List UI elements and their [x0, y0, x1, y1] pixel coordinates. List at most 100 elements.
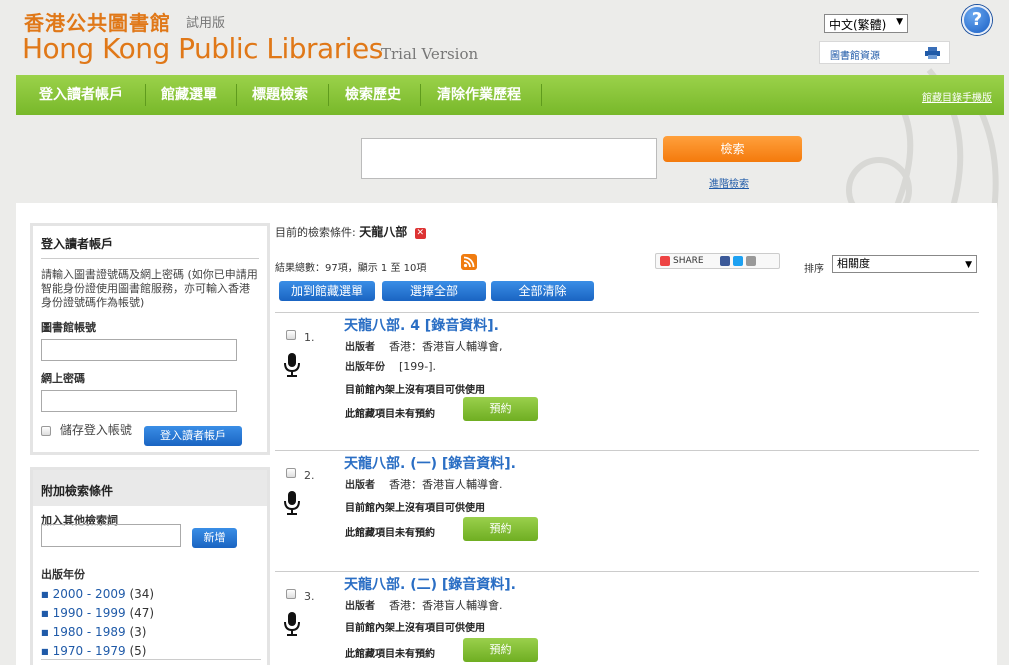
clear-all-button[interactable]: 全部清除 [491, 281, 594, 301]
reserve-note: 此館藏項目未有預約 [345, 409, 435, 420]
share-label: SHARE [673, 256, 704, 266]
year-facet-item[interactable]: ■ 1980 - 1989 (3) [41, 623, 154, 642]
search-button[interactable]: 檢索 [663, 136, 802, 162]
library-resources-button[interactable]: 圖書館資源 [819, 41, 950, 64]
login-description: 請輸入圖書證號碼及網上密碼 (如你已申請用智能身份證使用圖書館服務，亦可輸入香港… [41, 268, 258, 309]
search-input[interactable] [361, 138, 657, 179]
publisher-value: 香港：香港盲人輔導會, [389, 340, 503, 353]
nav-title-search[interactable]: 標題檢索 [252, 75, 308, 115]
refine-search-box: 附加檢索條件 加入其他檢索詞 新增 出版年份 ■ 2000 - 2009 (34)… [30, 467, 270, 665]
year-range[interactable]: 2000 - 2009 [53, 587, 126, 601]
dropdown-arrow-icon: ▼ [896, 17, 903, 27]
nav-divider [328, 84, 329, 106]
help-button[interactable]: ? [962, 5, 992, 35]
audio-recording-icon [284, 353, 300, 377]
result-item: 3. 天龍八部. (二) [錄音資料]. 出版者 香港：香港盲人輔導會. 目前館內… [275, 571, 979, 665]
select-all-button[interactable]: 選擇全部 [382, 281, 486, 301]
login-title: 登入讀者帳戶 [41, 226, 259, 259]
language-value: 中文(繁體) [829, 18, 887, 32]
nav-login[interactable]: 登入讀者帳戶 [39, 75, 123, 115]
nav-clear-session[interactable]: 清除作業歷程 [437, 75, 521, 115]
year-facet-list: ■ 2000 - 2009 (34) ■ 1990 - 1999 (47) ■ 198… [41, 585, 154, 661]
year-range[interactable]: 1990 - 1999 [53, 606, 126, 620]
audio-recording-icon [284, 491, 300, 515]
result-number: 2. [304, 469, 315, 482]
nav-divider [541, 84, 542, 106]
trial-label-zh: 試用版 [186, 16, 226, 31]
nav-history[interactable]: 檢索歷史 [345, 75, 401, 115]
add-term-input[interactable] [41, 524, 181, 547]
password-input[interactable] [41, 390, 237, 412]
audio-recording-icon [284, 612, 300, 636]
remember-label: 儲存登入帳號 [59, 423, 132, 437]
advanced-search-link[interactable]: 進階檢索 [709, 175, 749, 190]
login-button[interactable]: 登入讀者帳戶 [144, 426, 242, 446]
share-icon [660, 255, 670, 266]
year-count: (47) [129, 606, 155, 620]
reserve-note: 此館藏項目未有預約 [345, 649, 435, 660]
language-select[interactable]: 中文(繁體) ▼ [824, 14, 908, 33]
nav-divider [420, 84, 421, 106]
year-facet-item[interactable]: ■ 1990 - 1999 (47) [41, 604, 154, 623]
remove-criteria-icon[interactable]: ✕ [414, 227, 426, 239]
add-term-button[interactable]: 新增 [192, 528, 237, 548]
remember-checkbox[interactable] [41, 425, 51, 436]
result-checkbox[interactable] [286, 330, 296, 340]
bullet-icon: ■ [41, 628, 49, 637]
card-label: 圖書館帳號 [41, 321, 96, 334]
nav-divider [236, 84, 237, 106]
availability-note: 目前館內架上沒有項目可供使用 [345, 503, 485, 514]
facebook-icon [720, 255, 731, 266]
availability-note: 目前館內架上沒有項目可供使用 [345, 385, 485, 396]
publisher-label: 出版者 [345, 601, 375, 612]
rss-icon[interactable] [461, 254, 477, 270]
year-count: (3) [129, 625, 147, 639]
publisher-value: 香港：香港盲人輔導會. [389, 478, 503, 491]
library-resources-label: 圖書館資源 [830, 51, 880, 62]
bullet-icon: ■ [41, 609, 49, 618]
share-button[interactable]: SHARE [655, 253, 780, 269]
year-facet-title: 出版年份 [41, 568, 85, 581]
reserve-button[interactable]: 預約 [463, 397, 538, 421]
add-to-list-button[interactable]: 加到館藏選單 [279, 281, 375, 301]
dropdown-arrow-icon: ▼ [965, 260, 972, 270]
reserve-button[interactable]: 預約 [463, 638, 538, 662]
result-title[interactable]: 天龍八部. (一) [錄音資料]. [344, 453, 516, 473]
year-facet-item[interactable]: ■ 2000 - 2009 (34) [41, 585, 154, 604]
result-title[interactable]: 天龍八部. 4 [錄音資料]. [344, 315, 499, 335]
twitter-icon [733, 255, 744, 266]
year-range[interactable]: 1970 - 1979 [53, 644, 126, 658]
main-nav: 登入讀者帳戶 館藏選單 標題檢索 檢索歷史 清除作業歷程 館藏目錄手機版 [16, 75, 1004, 115]
bullet-icon: ■ [41, 647, 49, 656]
password-label: 網上密碼 [41, 372, 85, 385]
content-panel: 登入讀者帳戶 請輸入圖書證號碼及網上密碼 (如你已申請用智能身份證使用圖書館服務… [16, 203, 997, 665]
criteria-label: 目前的檢索條件: [275, 226, 360, 239]
result-checkbox[interactable] [286, 589, 296, 599]
remember-login: 儲存登入帳號 [41, 421, 132, 438]
divider [41, 659, 261, 660]
year-count: (34) [129, 587, 155, 601]
trial-label-en: Trial Version [381, 45, 479, 63]
sort-select[interactable]: 相關度 ▼ [832, 255, 977, 273]
result-checkbox[interactable] [286, 468, 296, 478]
card-number-input[interactable] [41, 339, 237, 361]
login-box: 登入讀者帳戶 請輸入圖書證號碼及網上密碼 (如你已申請用智能身份證使用圖書館服務… [30, 223, 270, 455]
publisher-row: 出版者 香港：香港盲人輔導會. [345, 597, 503, 613]
current-criteria: 目前的檢索條件: 天龍八部 ✕ [275, 223, 426, 240]
site-title-en[interactable]: Hong Kong Public Libraries [22, 32, 383, 65]
year-value: [199-]. [399, 360, 437, 373]
printer-icon [925, 47, 940, 59]
reserve-button[interactable]: 預約 [463, 517, 538, 541]
publisher-label: 出版者 [345, 480, 375, 491]
result-number: 3. [304, 590, 315, 603]
result-item: 1. 天龍八部. 4 [錄音資料]. 出版者 香港：香港盲人輔導會, 出版年份 [1… [275, 312, 979, 450]
reserve-note: 此館藏項目未有預約 [345, 528, 435, 539]
nav-list[interactable]: 館藏選單 [161, 75, 217, 115]
sort-value: 相關度 [837, 257, 870, 270]
result-item: 2. 天龍八部. (一) [錄音資料]. 出版者 香港：香港盲人輔導會. 目前館內… [275, 450, 979, 571]
result-title[interactable]: 天龍八部. (二) [錄音資料]. [344, 574, 516, 594]
publisher-row: 出版者 香港：香港盲人輔導會. [345, 476, 503, 492]
mobile-catalog-link[interactable]: 館藏目錄手機版 [922, 89, 992, 104]
nav-divider [145, 84, 146, 106]
year-range[interactable]: 1980 - 1989 [53, 625, 126, 639]
